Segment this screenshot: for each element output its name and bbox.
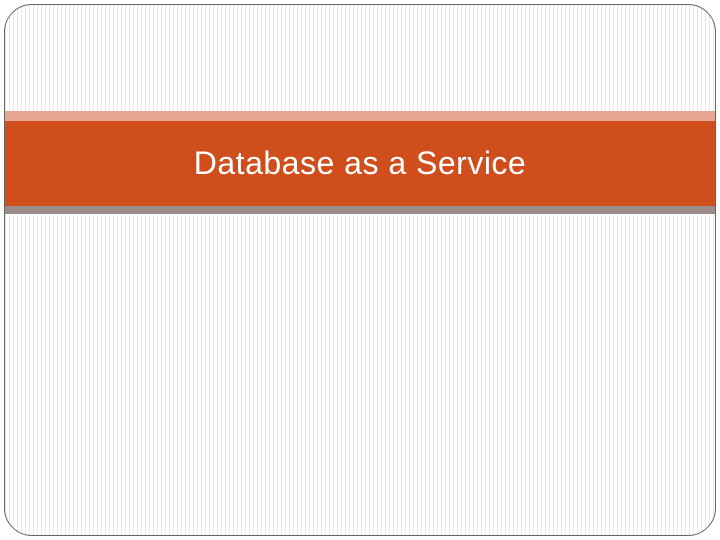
slide-title: Database as a Service xyxy=(194,145,526,182)
slide-frame: Database as a Service xyxy=(4,4,716,536)
top-accent-bar xyxy=(5,111,715,121)
title-bar: Database as a Service xyxy=(5,121,715,206)
bottom-accent-bar xyxy=(5,206,715,214)
